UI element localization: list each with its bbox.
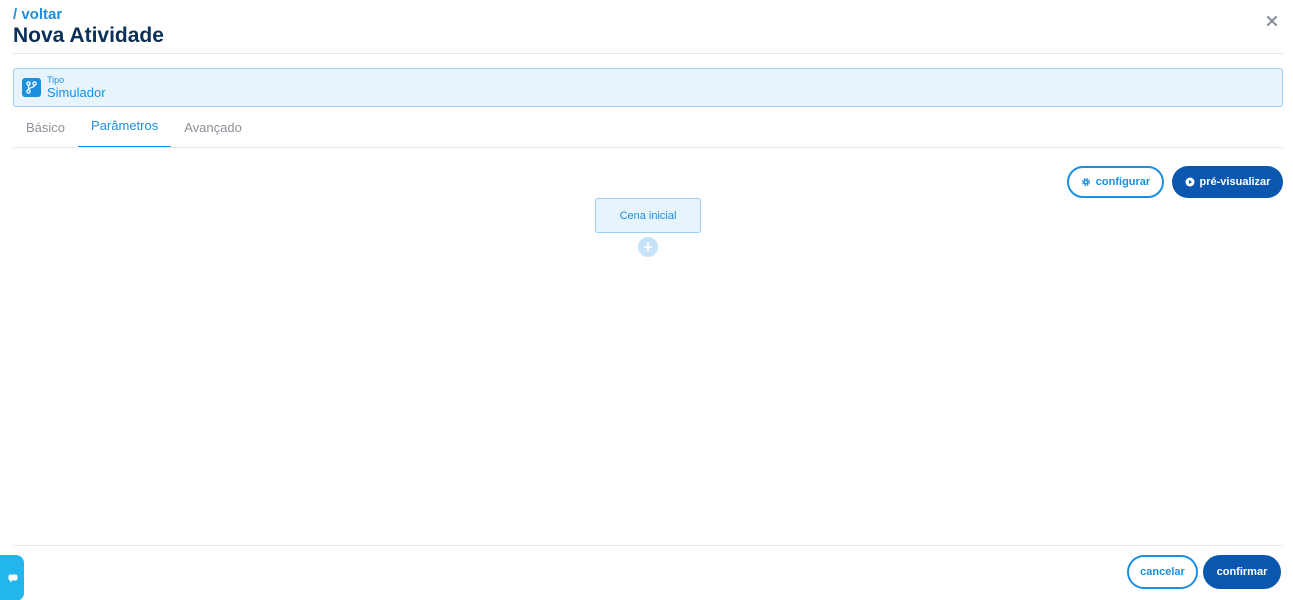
chat-icon (8, 574, 18, 583)
configure-label: configurar (1095, 176, 1151, 188)
branch-icon (22, 78, 41, 97)
play-icon (1185, 177, 1195, 187)
footer-divider (13, 545, 1283, 546)
tab-bar: Básico Parâmetros Avançado (13, 109, 255, 148)
initial-scene-node[interactable]: Cena inicial (595, 198, 701, 233)
preview-button[interactable]: pré-visualizar (1172, 166, 1283, 198)
gear-icon (1081, 177, 1090, 187)
chat-widget-button[interactable] (0, 555, 24, 600)
header-divider (13, 53, 1283, 54)
type-field: Tipo Simulador (13, 68, 1283, 107)
back-link[interactable]: / voltar (13, 6, 62, 23)
tab-basico[interactable]: Básico (13, 109, 78, 148)
cancel-button[interactable]: cancelar (1127, 555, 1198, 589)
type-caption: Tipo (47, 75, 65, 85)
tab-parametros[interactable]: Parâmetros (78, 109, 172, 148)
type-value: Simulador (47, 85, 106, 100)
configure-button[interactable]: configurar (1067, 166, 1164, 198)
confirm-button[interactable]: confirmar (1203, 555, 1281, 589)
tab-avancado[interactable]: Avançado (171, 109, 255, 148)
tabs-divider (13, 147, 1283, 148)
add-scene-button[interactable] (638, 237, 658, 257)
preview-label: pré-visualizar (1199, 176, 1271, 188)
close-button[interactable] (1264, 13, 1280, 29)
page-title: Nova Atividade (13, 24, 164, 47)
close-icon (1267, 16, 1277, 26)
plus-icon (643, 242, 653, 252)
new-activity-page: / voltar Nova Atividade Tipo Simulador B… (0, 0, 1293, 600)
